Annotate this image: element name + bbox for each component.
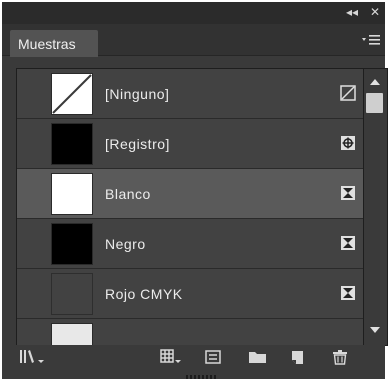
new-swatch-icon[interactable]	[287, 347, 307, 372]
swatch-chip	[51, 223, 93, 265]
swatch-label: [Ninguno]	[105, 86, 170, 102]
swatch-chip	[51, 123, 93, 165]
swatch-row-negro[interactable]: Negro	[17, 219, 363, 269]
swatch-chip	[51, 73, 93, 115]
process-color-icon	[340, 285, 356, 301]
swatch-row-blanco[interactable]: Blanco	[17, 169, 363, 219]
swatch-chip	[51, 323, 93, 345]
new-color-group-icon[interactable]	[247, 347, 269, 372]
swatch-label: [Registro]	[105, 136, 170, 152]
swatch-row-partial[interactable]	[17, 319, 363, 345]
registration-icon	[340, 135, 356, 151]
scrollbar[interactable]	[364, 69, 387, 345]
show-kinds-icon[interactable]	[159, 347, 183, 372]
scroll-up-icon[interactable]	[369, 73, 381, 91]
close-icon[interactable]: ✕	[370, 5, 380, 19]
delete-swatch-icon[interactable]	[330, 347, 350, 372]
scrollbar-thumb[interactable]	[366, 93, 383, 113]
panel-titlebar: ◂◂ ✕	[2, 2, 385, 24]
swatches-panel: ◂◂ ✕ Muestras [Ninguno] [Registro] Blanc…	[2, 2, 388, 379]
process-color-icon	[340, 185, 356, 201]
panel-bottom-toolbar	[2, 345, 385, 373]
swatch-chip	[51, 273, 93, 315]
scroll-down-icon[interactable]	[369, 321, 381, 339]
swatch-row-rojo-cmyk[interactable]: Rojo CMYK	[17, 269, 363, 319]
swatch-label: Negro	[105, 236, 146, 252]
double-chevron-left-icon[interactable]: ◂◂	[346, 5, 358, 19]
none-swatch-icon	[340, 85, 356, 101]
swatch-label: Rojo CMYK	[105, 286, 183, 302]
swatch-list: [Ninguno] [Registro] Blanco Negro Rojo C…	[17, 69, 363, 345]
swatch-list-frame: [Ninguno] [Registro] Blanco Negro Rojo C…	[16, 68, 388, 346]
tab-label: Muestras	[18, 36, 76, 52]
tab-row: Muestras	[2, 24, 385, 57]
tab-muestras[interactable]: Muestras	[10, 30, 98, 57]
swatch-libraries-icon[interactable]	[18, 347, 48, 372]
process-color-icon	[340, 235, 356, 251]
swatch-row-ninguno[interactable]: [Ninguno]	[17, 69, 363, 119]
swatch-label: Blanco	[105, 186, 151, 202]
panel-menu-icon[interactable]	[361, 34, 381, 49]
resize-grip[interactable]	[186, 375, 218, 379]
swatch-row-registro[interactable]: [Registro]	[17, 119, 363, 169]
swatch-options-icon[interactable]	[203, 347, 223, 372]
swatch-chip	[51, 173, 93, 215]
